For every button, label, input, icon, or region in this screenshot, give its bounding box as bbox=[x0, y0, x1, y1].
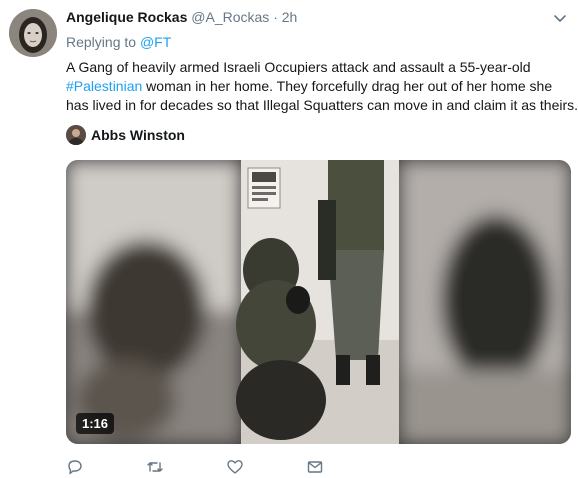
author-avatar-image bbox=[9, 9, 57, 57]
video-player[interactable]: 1:16 bbox=[66, 160, 571, 444]
tweet-timestamp[interactable]: 2h bbox=[282, 9, 298, 25]
tweet-text-line-3: has lived in for decades so that Illegal… bbox=[66, 97, 578, 113]
author-handle[interactable]: @A_Rockas bbox=[191, 9, 269, 25]
video-duration-badge: 1:16 bbox=[76, 413, 115, 434]
tweet-text-line-1: A Gang of heavily armed Israeli Occupier… bbox=[66, 59, 531, 75]
replying-to: Replying to @FT bbox=[66, 34, 171, 50]
envelope-icon bbox=[307, 461, 323, 473]
reply-button[interactable] bbox=[66, 456, 146, 478]
more-options-chevron-down-icon[interactable] bbox=[552, 10, 568, 26]
tweet-text-line-2-rest: woman in her home. They forcefully drag … bbox=[142, 78, 553, 94]
tweet-text: A Gang of heavily armed Israeli Occupier… bbox=[66, 58, 578, 115]
tweet-text-line-2: #Palestinian woman in her home. They for… bbox=[66, 77, 571, 96]
retweet-icon bbox=[147, 462, 163, 472]
like-button[interactable] bbox=[226, 456, 306, 478]
tweet-header: Angelique Rockas @A_Rockas · 2h bbox=[66, 9, 297, 25]
video-thumbnail bbox=[66, 160, 571, 444]
attribution-name[interactable]: Abbs Winston bbox=[91, 127, 185, 143]
author-name[interactable]: Angelique Rockas bbox=[66, 9, 187, 25]
heart-icon bbox=[227, 460, 243, 474]
direct-message-button[interactable] bbox=[306, 456, 386, 478]
tweet-actions bbox=[66, 456, 386, 478]
header-separator: · bbox=[273, 9, 278, 25]
replying-to-link[interactable]: @FT bbox=[140, 34, 171, 50]
reply-icon bbox=[68, 460, 82, 475]
author-avatar[interactable] bbox=[9, 9, 57, 57]
video-attribution[interactable]: Abbs Winston bbox=[66, 124, 185, 146]
attribution-avatar bbox=[66, 125, 86, 145]
replying-to-prefix: Replying to bbox=[66, 34, 137, 50]
hashtag-link[interactable]: #Palestinian bbox=[66, 78, 142, 94]
retweet-button[interactable] bbox=[146, 456, 226, 478]
